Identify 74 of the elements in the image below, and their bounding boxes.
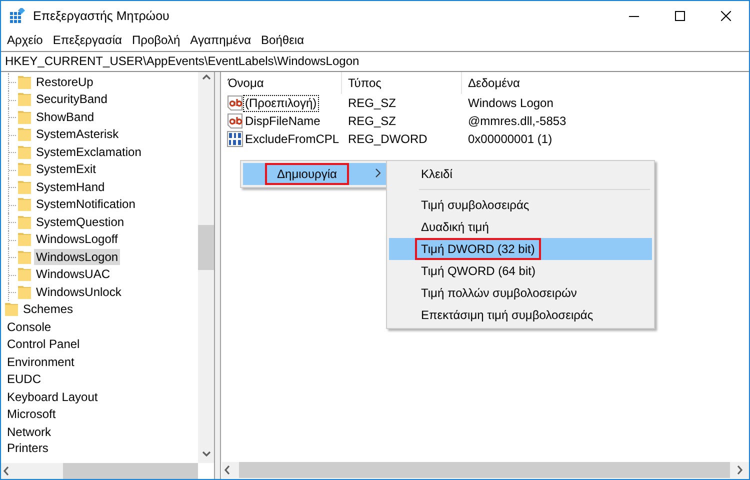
horizontal-scrollbar[interactable]: [1, 463, 198, 479]
value-name[interactable]: (Προεπιλογή): [243, 94, 319, 112]
folder-icon: [17, 91, 33, 108]
tree-item[interactable]: Environment: [5, 354, 76, 370]
tree-item[interactable]: ShowBand: [34, 108, 96, 125]
menu-item[interactable]: Προβολή: [126, 31, 186, 50]
scrollbar-thumb[interactable]: [198, 225, 214, 270]
tree-item[interactable]: Keyboard Layout: [5, 388, 100, 405]
scrollbar-thumb[interactable]: [63, 463, 198, 479]
tree-item[interactable]: Printers: [5, 440, 50, 456]
tree-item[interactable]: WindowsUAC: [34, 266, 112, 282]
menu-item[interactable]: Δημιουργία: [243, 163, 387, 185]
tree-item[interactable]: EUDC: [5, 371, 44, 388]
pane-splitter[interactable]: [214, 72, 221, 479]
folder-icon: [4, 301, 20, 318]
tree-item[interactable]: WindowsLogoff: [34, 231, 120, 248]
folder-icon: [17, 144, 33, 160]
value-name[interactable]: ExcludeFromCPL: [243, 130, 342, 148]
value-name[interactable]: DispFileName: [243, 112, 322, 130]
value-data: 0x00000001 (1): [467, 132, 552, 146]
tree-item[interactable]: Control Panel: [5, 336, 82, 352]
tree-item[interactable]: SystemExit: [34, 161, 98, 178]
menu-item[interactable]: Αρχείο: [2, 31, 48, 50]
folder-icon: [17, 248, 33, 265]
value-data: @mmres.dll,-5853: [467, 114, 566, 128]
tree-item[interactable]: SystemAsterisk: [34, 126, 121, 142]
menu-item[interactable]: Τιμή DWORD (32 bit): [389, 238, 652, 260]
folder-icon: [17, 108, 33, 125]
tree-item[interactable]: SystemHand: [34, 178, 107, 195]
tree-item[interactable]: RestoreUp: [34, 74, 96, 90]
menu-item[interactable]: Βοήθεια: [256, 31, 310, 50]
tree-item[interactable]: SystemNotification: [34, 196, 138, 212]
folder-icon: [17, 214, 33, 230]
tree-item[interactable]: Network: [5, 424, 54, 440]
menu-item[interactable]: Κλειδί: [389, 163, 652, 185]
folder-icon: [17, 126, 33, 142]
tree-item[interactable]: WindowsLogon: [34, 248, 120, 265]
string-value-icon: [227, 95, 243, 111]
maximize-icon: [675, 11, 685, 21]
menu-item[interactable]: Αγαπημένα: [185, 31, 256, 50]
folder-icon: [17, 161, 33, 178]
tree-item[interactable]: SecurityBand: [34, 91, 110, 108]
string-value-icon: [227, 113, 243, 129]
close-icon: [721, 11, 731, 21]
window-title: Επεξεργαστής Μητρώου: [33, 9, 170, 23]
menu-item[interactable]: Τιμή συμβολοσειράς: [389, 194, 652, 216]
menu-item[interactable]: Τιμή πολλών συμβολοσειρών: [389, 282, 652, 304]
menu-item[interactable]: Τιμή QWORD (64 bit): [389, 260, 652, 282]
folder-icon: [17, 178, 33, 195]
tree-item[interactable]: SystemQuestion: [34, 214, 126, 230]
registry-icon: [9, 8, 25, 24]
folder-icon: [17, 231, 33, 248]
menu-item[interactable]: Επεξεργασία: [48, 31, 127, 50]
value-type: REG_DWORD: [347, 132, 428, 146]
vertical-scrollbar[interactable]: [198, 72, 214, 463]
tree-item[interactable]: SystemExclamation: [34, 144, 144, 160]
value-type: REG_SZ: [347, 96, 398, 110]
tree-item[interactable]: Schemes: [21, 301, 76, 318]
value-data: Windows Logon: [467, 96, 554, 110]
tree-item[interactable]: WindowsUnlock: [34, 284, 124, 300]
column-header[interactable]: Δεδομένα: [462, 72, 520, 94]
value-type: REG_SZ: [347, 114, 398, 128]
folder-icon: [17, 196, 33, 212]
tree-item[interactable]: Microsoft: [5, 406, 58, 422]
column-header[interactable]: Όνομα: [222, 72, 342, 94]
address-field[interactable]: HKEY_CURRENT_USER\AppEvents\EventLabels\WindowsLogon: [1, 52, 749, 71]
menu-item[interactable]: Επεκτάσιμη τιμή συμβολοσειράς: [389, 304, 652, 326]
menu-item[interactable]: Δυαδική τιμή: [389, 216, 652, 238]
column-header[interactable]: Τύπος: [342, 72, 462, 94]
tree-item[interactable]: Console: [5, 318, 54, 335]
binary-value-icon: [227, 131, 243, 147]
folder-icon: [17, 74, 33, 90]
folder-icon: [17, 284, 33, 300]
folder-icon: [17, 266, 33, 282]
